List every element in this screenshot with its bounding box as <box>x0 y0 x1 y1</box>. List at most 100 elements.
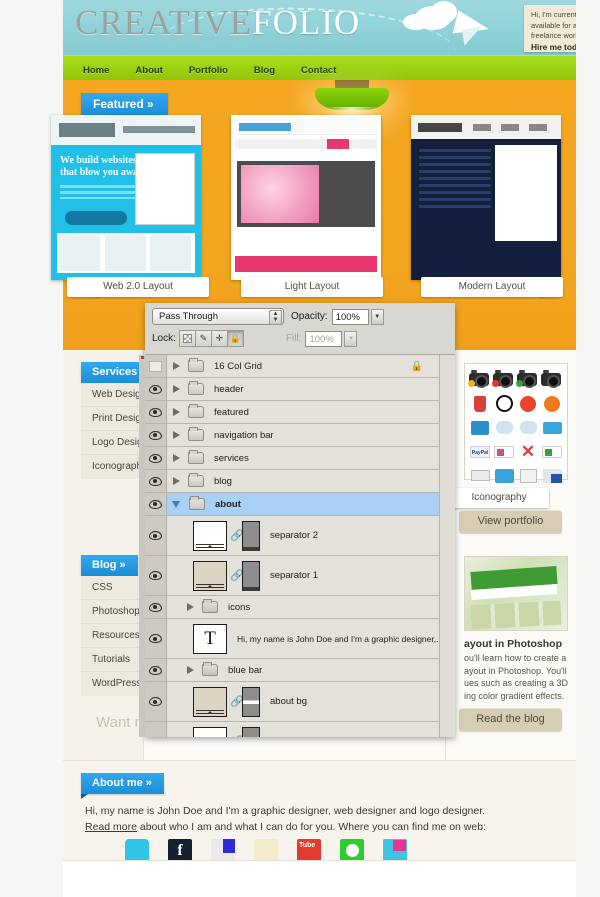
opacity-dropdown-icon[interactable]: ▼ <box>370 308 384 325</box>
fill-dropdown-icon[interactable]: ▼ <box>344 330 358 347</box>
layer-row[interactable]: icons <box>145 596 439 619</box>
eye-hidden-icon <box>149 360 162 372</box>
featured-thumb-modern[interactable] <box>411 115 561 280</box>
view-portfolio-button[interactable]: View portfolio <box>459 510 562 533</box>
chevron-right-icon[interactable] <box>173 408 180 416</box>
layer-name: icons <box>228 601 251 613</box>
layer-row[interactable]: header <box>145 378 439 401</box>
featured-thumb-web20[interactable]: We build websites that blow you away. <box>51 115 201 280</box>
panel-scrollbar[interactable] <box>439 355 455 737</box>
featured-carousel: We build websites that blow you away. We… <box>51 115 576 315</box>
layer-visibility-toggle[interactable] <box>145 619 167 658</box>
lock-transparent-pixels-button[interactable] <box>178 330 196 347</box>
layer-visibility-toggle[interactable] <box>145 470 167 492</box>
chevron-right-icon[interactable] <box>173 477 180 485</box>
featured-thumb-light[interactable] <box>231 115 381 280</box>
layer-name: Hi, my name is John Doe and I'm a graphi… <box>237 633 439 644</box>
layer-visibility-toggle[interactable] <box>145 556 167 595</box>
chevron-right-icon[interactable] <box>173 362 180 370</box>
chevron-down-icon[interactable] <box>172 500 180 508</box>
nav-item-blog[interactable]: Blog <box>254 60 275 78</box>
chevron-right-icon[interactable] <box>173 454 180 462</box>
blog-preview-thumbnail[interactable] <box>464 556 568 631</box>
eye-icon <box>149 571 162 580</box>
layer-visibility-toggle[interactable] <box>145 355 167 377</box>
nav-link-about[interactable]: About <box>135 65 162 76</box>
layer-row-partial[interactable]: 🔗 <box>145 722 439 737</box>
fill-value: 100% <box>309 333 334 345</box>
layer-row[interactable]: T Hi, my name is John Doe and I'm a grap… <box>145 619 439 659</box>
layer-visibility-toggle[interactable] <box>145 659 167 681</box>
blend-mode-stepper-icon[interactable]: ▲ ▼ <box>269 310 282 325</box>
eye-icon <box>149 430 162 440</box>
layer-visibility-toggle[interactable] <box>145 378 167 400</box>
opacity-input[interactable]: 100% <box>331 308 369 325</box>
layer-visibility-toggle[interactable] <box>145 447 167 469</box>
chevron-right-icon[interactable] <box>187 666 194 674</box>
link-mask-icon[interactable]: 🔗 <box>230 569 244 582</box>
lock-all-button[interactable]: 🔒 <box>226 330 244 347</box>
chevron-right-icon[interactable] <box>187 603 194 611</box>
layer-thumbnail <box>193 726 227 737</box>
link-mask-icon[interactable]: 🔗 <box>230 735 244 737</box>
screen-icon <box>541 465 563 486</box>
lock-position-button[interactable]: ✛ <box>210 330 228 347</box>
lock-image-pixels-button[interactable]: ✎ <box>194 330 212 347</box>
nav-link-portfolio[interactable]: Portfolio <box>189 65 228 76</box>
layer-visibility-toggle[interactable] <box>145 682 167 721</box>
nav-item-home[interactable]: Home <box>83 60 109 78</box>
layer-visibility-toggle[interactable] <box>145 401 167 423</box>
layers-list[interactable]: 16 Col Grid 🔒 header featured navigation <box>145 355 439 737</box>
nav-link-blog[interactable]: Blog <box>254 65 275 76</box>
nav-item-contact[interactable]: Contact <box>301 60 336 78</box>
link-mask-icon[interactable]: 🔗 <box>230 529 244 542</box>
fill-input[interactable]: 100% <box>305 330 343 347</box>
camera-icon <box>492 369 515 390</box>
chevron-right-icon[interactable] <box>173 385 180 393</box>
nav-link-contact[interactable]: Contact <box>301 65 336 76</box>
layer-row[interactable]: blue bar <box>145 659 439 682</box>
photoshop-layers-panel[interactable]: Pass Through ▲ ▼ Opacity: 100% ▼ Lock: ✎ … <box>139 303 455 737</box>
card-pink-icon <box>493 441 515 462</box>
layer-name: separator 1 <box>270 570 319 581</box>
layer-row[interactable]: featured <box>145 401 439 424</box>
paypal-icon: PayPal <box>469 441 491 462</box>
nav-item-portfolio[interactable]: Portfolio <box>189 60 228 78</box>
blog-preview-title[interactable]: ayout in Photoshop <box>464 638 576 650</box>
layer-visibility-toggle[interactable] <box>145 596 167 618</box>
layer-row[interactable]: 🔗 separator 1 <box>145 556 439 596</box>
layer-visibility-toggle[interactable] <box>145 424 167 446</box>
about-paragraph: Hi, my name is John Doe and I'm a graphi… <box>85 803 555 835</box>
folder-icon <box>188 381 204 395</box>
read-more-link[interactable]: Read more <box>85 821 137 833</box>
layer-row[interactable]: 16 Col Grid 🔒 <box>145 355 439 378</box>
blend-mode-select[interactable]: Pass Through ▲ ▼ <box>152 308 284 325</box>
layer-visibility-toggle[interactable] <box>145 493 167 515</box>
layer-row[interactable]: services <box>145 447 439 470</box>
layer-row[interactable]: 🔗 about bg <box>145 682 439 722</box>
layer-row[interactable]: blog <box>145 470 439 493</box>
layer-row[interactable]: navigation bar <box>145 424 439 447</box>
site-logo[interactable]: CREATIVEFOLIO <box>75 3 360 43</box>
page-root: CREATIVEFOLIO Hi, I'm currently availabl… <box>0 0 600 897</box>
layer-visibility-toggle[interactable] <box>145 722 167 737</box>
layer-row[interactable]: 🔗 separator 2 <box>145 516 439 556</box>
mockup-light <box>231 115 381 280</box>
eye-icon <box>149 453 162 463</box>
blend-mode-value: Pass Through <box>159 311 218 322</box>
nav-item-about[interactable]: About <box>135 60 162 78</box>
layer-visibility-toggle[interactable] <box>145 516 167 555</box>
eye-icon <box>149 634 162 643</box>
hire-me-note[interactable]: Hi, I'm currently available for any free… <box>524 5 576 52</box>
layer-row[interactable]: about <box>145 493 439 516</box>
nav-link-home[interactable]: Home <box>83 65 109 76</box>
layer-thumbnail <box>193 560 227 591</box>
text-layer-thumbnail: T <box>193 623 227 654</box>
chevron-right-icon[interactable] <box>173 431 180 439</box>
featured-caption-modern: Modern Layout <box>421 277 563 297</box>
link-mask-icon[interactable]: 🔗 <box>230 695 244 708</box>
layer-name: navigation bar <box>214 429 274 441</box>
read-the-blog-button[interactable]: Read the blog <box>459 708 562 731</box>
clock-icon <box>493 393 515 414</box>
iconography-grid[interactable]: PayPal ✕ <box>464 363 568 483</box>
